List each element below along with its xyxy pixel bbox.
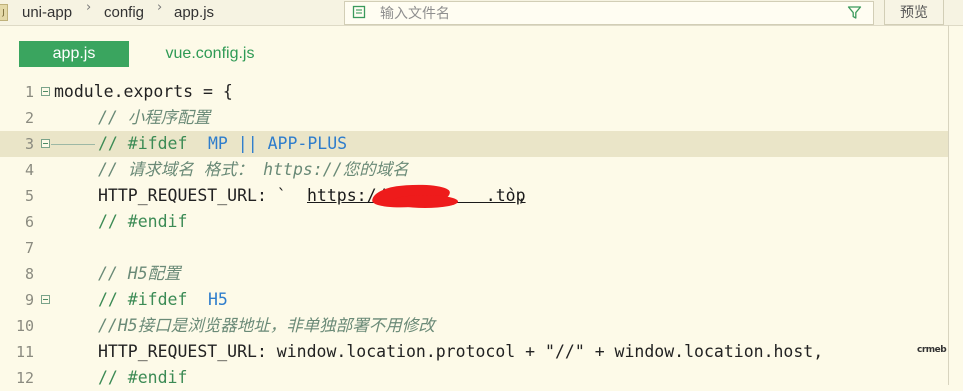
code-line: 5 HTTP_REQUEST_URL: ` https:// .top `, (0, 182, 948, 210)
code-text: module.exports = { (54, 82, 233, 101)
fold-toggle-icon[interactable] (41, 139, 50, 148)
code-line: 1 module.exports = { (0, 79, 948, 105)
watermark-logo: crmeb (917, 345, 947, 355)
comment-text: // 小程序配置 (98, 108, 211, 127)
code-line: 9 // #ifdef H5 (0, 287, 948, 313)
line-number: 10 (15, 317, 34, 335)
line-number: 6 (24, 213, 34, 231)
line-number: 11 (15, 343, 34, 361)
line-number: 2 (24, 109, 34, 127)
top-bar: J uni-app › config › app.js 预览 (0, 0, 963, 26)
fold-guide (51, 144, 95, 145)
code-text: HTTP_REQUEST_URL: window.location.protoc… (98, 342, 824, 361)
redaction-mark (392, 195, 458, 208)
file-icon (352, 5, 366, 19)
directive-text: // #endif (98, 368, 188, 387)
breadcrumb-config[interactable]: config (104, 0, 144, 25)
code-line: 2 // 小程序配置 (0, 105, 948, 131)
code-line: 6 // #endif (0, 209, 948, 235)
comment-text: // 请求域名 格式： https://您的域名 (98, 160, 409, 179)
code-line: 7 (0, 235, 948, 261)
comment-text: //H5接口是浏览器地址，非单独部署不用修改 (98, 316, 435, 335)
directive-text: // #ifdef (98, 290, 198, 309)
tab-app-js[interactable]: app.js (19, 41, 129, 67)
code-line: 4 // 请求域名 格式： https://您的域名 (0, 157, 948, 183)
filter-icon[interactable] (847, 5, 862, 20)
js-file-icon: J (0, 4, 8, 21)
chevron-right-icon: › (157, 0, 163, 15)
code-text: `, (507, 186, 527, 205)
line-number: 1 (24, 83, 34, 101)
code-line: 8 // H5配置 (0, 261, 948, 287)
directive-condition: H5 (208, 290, 228, 309)
code-line: 10 //H5接口是浏览器地址，非单独部署不用修改 (0, 313, 948, 339)
comment-text: // H5配置 (98, 264, 181, 283)
line-number: 8 (24, 265, 34, 283)
directive-text: // #endif (98, 212, 188, 231)
editor-right-border (948, 25, 949, 385)
breadcrumb-app-js[interactable]: app.js (174, 0, 214, 25)
directive-condition: MP || APP-PLUS (208, 134, 348, 153)
breadcrumb-uni-app[interactable]: uni-app (22, 0, 72, 25)
code-line: 11 HTTP_REQUEST_URL: window.location.pro… (0, 339, 948, 365)
fold-toggle-icon[interactable] (41, 295, 50, 304)
directive-text: // #ifdef (98, 134, 198, 153)
code-text: HTTP_REQUEST_URL: ` (98, 186, 287, 205)
code-line-current: 3 // #ifdef MP || APP-PLUS (0, 131, 948, 157)
chevron-right-icon: › (86, 0, 92, 15)
file-search-box[interactable] (344, 1, 874, 25)
file-search-input[interactable] (380, 2, 840, 24)
fold-toggle-icon[interactable] (41, 87, 50, 96)
code-line: 12 // #endif (0, 365, 948, 391)
line-number: 7 (24, 239, 34, 257)
line-number: 12 (15, 369, 34, 387)
line-number: 9 (24, 291, 34, 309)
line-number: 3 (24, 135, 34, 153)
line-number: 5 (24, 187, 34, 205)
line-number: 4 (24, 161, 34, 179)
code-editor[interactable]: 1 module.exports = { 2 // 小程序配置 3 // #if… (0, 79, 948, 387)
preview-button[interactable]: 预览 (884, 0, 944, 25)
tab-vue-config-js[interactable]: vue.config.js (145, 41, 275, 67)
